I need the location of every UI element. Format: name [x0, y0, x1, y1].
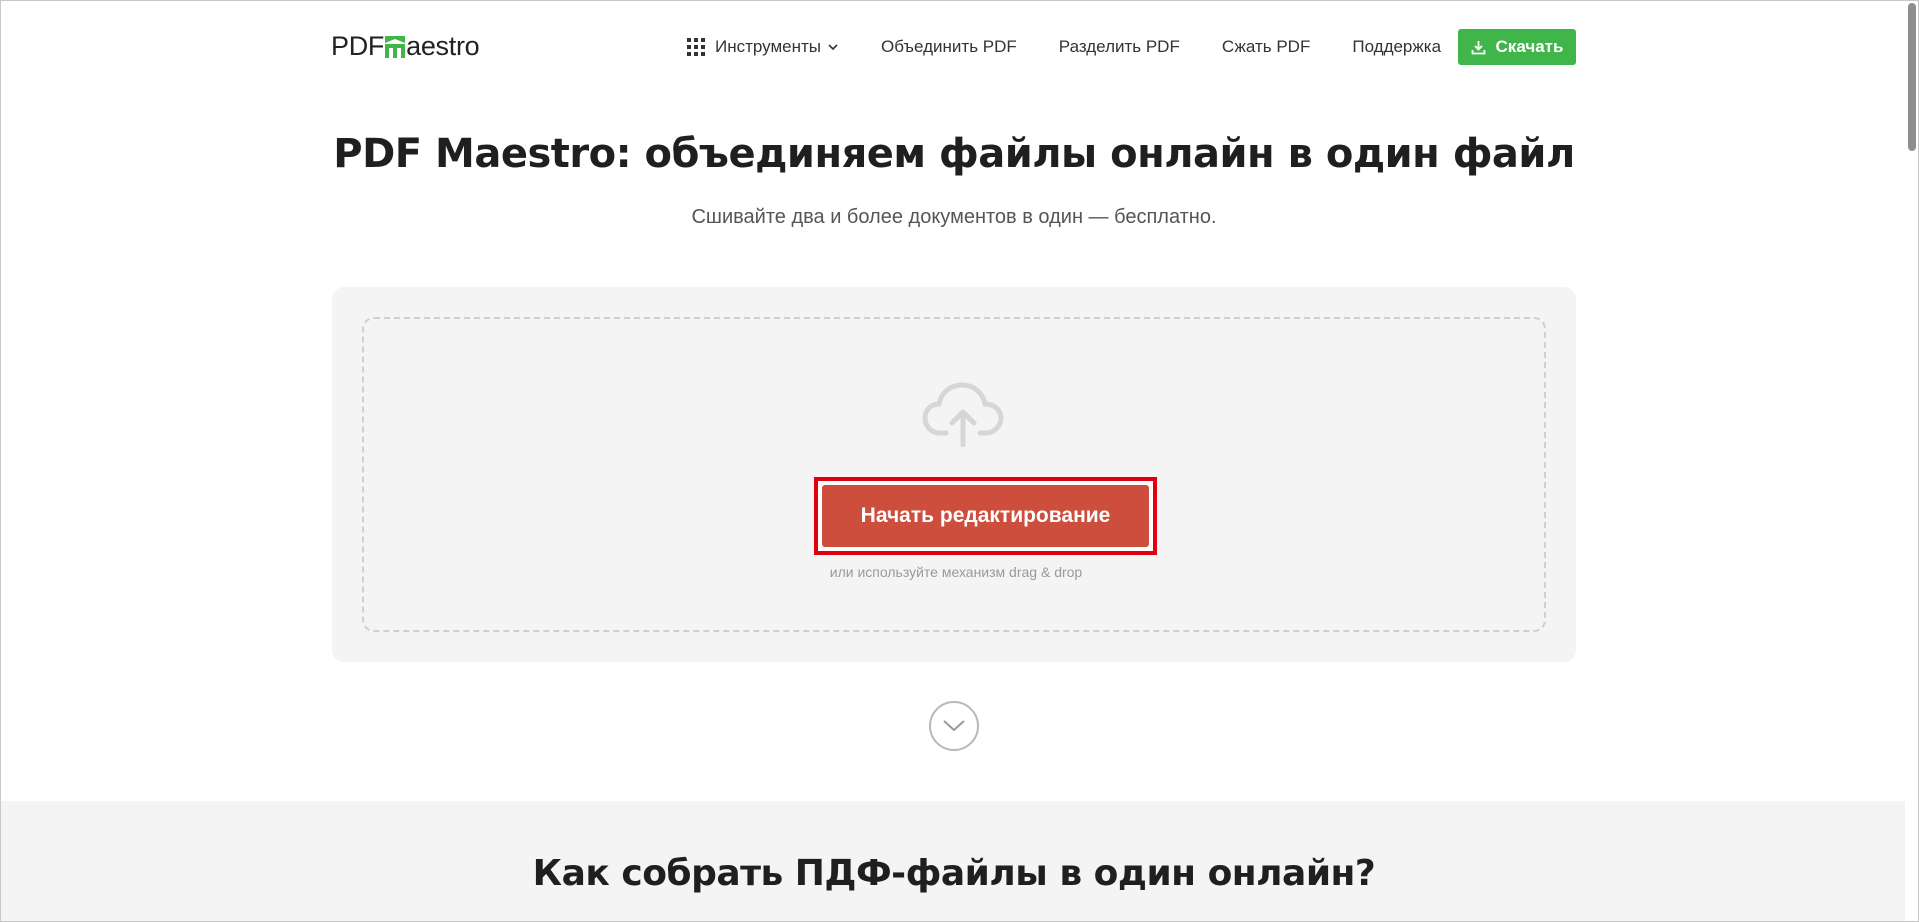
scroll-down-icon — [943, 720, 965, 732]
logo[interactable]: PDF aestro — [331, 31, 480, 63]
download-button-label: Скачать — [1495, 37, 1564, 56]
drag-drop-hint: или используйте механизм drag & drop — [829, 564, 1083, 580]
page-scrollbar[interactable] — [1905, 1, 1918, 921]
page: PDF aestro Инструменты Объединить PDF Ра… — [0, 0, 1919, 922]
start-editing-button[interactable]: Начать редактирование — [822, 485, 1149, 547]
nav-link-support[interactable]: Поддержка — [1352, 37, 1441, 57]
drop-zone[interactable]: Начать редактирование или используйте ме… — [362, 317, 1546, 632]
logo-text-pdf: PDF — [331, 31, 385, 61]
nav-link-split-pdf[interactable]: Разделить PDF — [1059, 37, 1180, 57]
scroll-down-button[interactable] — [929, 701, 979, 751]
grid-icon — [687, 38, 705, 56]
start-button-highlight: Начать редактирование — [814, 477, 1157, 555]
site-header: PDF aestro Инструменты Объединить PDF Ра… — [1, 1, 1901, 93]
tools-menu-label: Инструменты — [715, 37, 822, 56]
cloud-upload-icon — [922, 382, 1004, 447]
main-nav: Инструменты Объединить PDF Разделить PDF… — [687, 29, 1483, 65]
nav-link-compress-pdf[interactable]: Сжать PDF — [1222, 37, 1310, 57]
howto-title: Как собрать ПДФ-файлы в один онлайн? — [532, 853, 1376, 894]
page-subtitle: Сшивайте два и более документов в один —… — [691, 206, 1217, 228]
howto-section: Как собрать ПДФ-файлы в один онлайн? — [1, 801, 1907, 921]
nav-link-merge-pdf[interactable]: Объединить PDF — [881, 37, 1017, 57]
download-icon — [1471, 40, 1485, 54]
page-title: PDF Maestro: объединяем файлы онлайн в о… — [333, 131, 1575, 177]
logo-m-icon — [385, 36, 406, 58]
upload-panel: Начать редактирование или используйте ме… — [332, 287, 1576, 662]
chevron-down-icon — [828, 44, 838, 51]
tools-menu[interactable]: Инструменты — [687, 37, 839, 57]
download-button[interactable]: Скачать — [1458, 29, 1576, 65]
logo-text-rest: aestro — [406, 31, 480, 61]
scrollbar-thumb[interactable] — [1908, 3, 1916, 151]
